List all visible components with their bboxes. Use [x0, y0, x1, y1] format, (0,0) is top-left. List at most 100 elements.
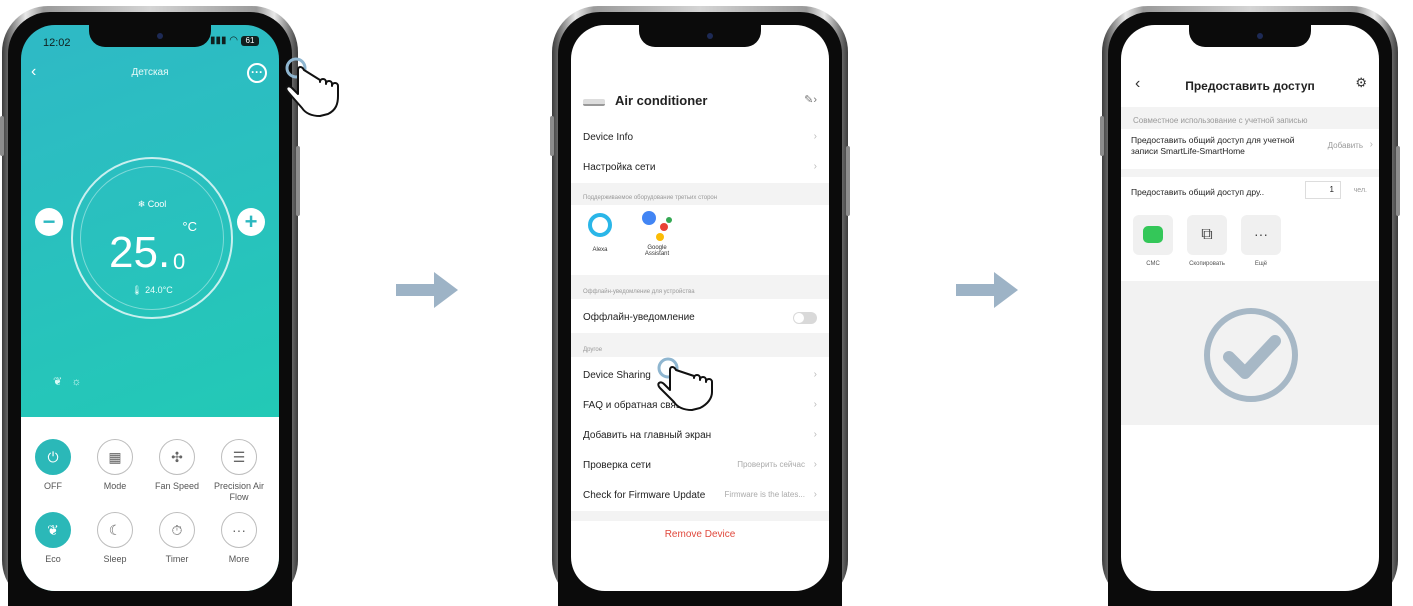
indoor-temperature: 🌡 24.0°C	[131, 285, 173, 295]
control-air-flow[interactable]: ☰ Precision Air Flow	[209, 439, 269, 503]
phone-1-screen: 12:02 ▮▮▮ ◠ 61 ‹ Детская ··· − + ❄ Cool °…	[21, 25, 279, 591]
assistant-label: Alexa	[592, 247, 608, 253]
fan-speed-icon: ✣	[159, 439, 195, 475]
row-label: Check for Firmware Update	[583, 490, 706, 501]
air-conditioner-icon	[583, 99, 605, 106]
chevron-right-icon: ›	[813, 131, 817, 142]
phone-3-share-access: ‹ Предоставить доступ ⚙ Совместное испол…	[1100, 6, 1400, 606]
add-link[interactable]: Добавить	[1328, 141, 1363, 150]
sleep-icon: ☾	[97, 512, 133, 548]
wifi-icon: ◠	[229, 35, 238, 46]
row-share-account[interactable]: Предоставить общий доступ для учетной за…	[1121, 133, 1379, 167]
signal-icon: ▮▮▮	[209, 35, 227, 46]
chevron-right-icon: ›	[813, 459, 817, 470]
control-sleep[interactable]: ☾ Sleep	[85, 512, 145, 565]
share-option-more[interactable]: ··· Ещё	[1239, 215, 1283, 267]
row-offline-notify[interactable]: Оффлайн-уведомление	[571, 303, 829, 333]
row-label: Device Sharing	[583, 370, 651, 381]
row-label: Проверка сети	[583, 460, 651, 471]
message-icon	[1133, 215, 1173, 255]
row-label: Device Info	[583, 132, 634, 143]
control-label: Eco	[45, 554, 61, 564]
timer-icon: ⏱	[159, 512, 195, 548]
section-other: Другое	[571, 333, 829, 357]
option-label: Ещё	[1254, 261, 1268, 267]
edit-pencil-icon[interactable]: ✎›	[804, 93, 817, 106]
row-firmware[interactable]: Check for Firmware Update Firmware is the…	[571, 481, 829, 511]
increase-temp-button[interactable]: +	[237, 208, 265, 236]
overlay-area	[1121, 281, 1379, 425]
control-label: Sleep	[103, 554, 127, 564]
section-spacer	[571, 511, 829, 521]
air-flow-icon: ☰	[221, 439, 257, 475]
control-more[interactable]: ··· More	[209, 512, 269, 565]
google-assistant-icon	[640, 209, 674, 243]
section-offline: Оффлайн-уведомление для устройства	[571, 275, 829, 299]
row-network-setup[interactable]: Настройка сети ›	[571, 153, 829, 183]
controls-panel: ⏻ OFF ▦ Mode ✣ Fan Speed ☰ Precision Air Flo…	[21, 417, 279, 591]
phone-2-screen: Air conditioner ✎› Device Info › Настройк…	[571, 25, 829, 591]
remove-device-button[interactable]: Remove Device	[571, 529, 829, 540]
share-option-sms[interactable]: СМС	[1131, 215, 1175, 267]
device-name: Air conditioner	[615, 93, 708, 108]
step-arrow-icon	[956, 272, 1018, 308]
control-off[interactable]: ⏻ OFF	[23, 439, 83, 492]
control-label: Timer	[165, 554, 189, 564]
count-input[interactable]: 1	[1305, 181, 1341, 199]
mode-label: ❄ Cool	[137, 199, 167, 209]
mode-icon: ▦	[97, 439, 133, 475]
option-label: Скопировать	[1189, 261, 1225, 267]
control-mode[interactable]: ▦ Mode	[85, 439, 145, 492]
pointer-hand-icon	[657, 357, 713, 411]
chevron-right-icon: ›	[1369, 139, 1373, 150]
room-title: Детская	[131, 67, 169, 78]
offline-toggle[interactable]	[793, 312, 817, 324]
phone-2-device-settings: Air conditioner ✎› Device Info › Настройк…	[550, 6, 850, 606]
target-temperature-decimal: 0	[173, 249, 186, 274]
copy-icon: ⧉	[1187, 215, 1227, 255]
section-third-party: Поддерживаемое оборудование третьих стор…	[571, 183, 829, 205]
control-label: OFF	[44, 481, 62, 491]
control-fan-speed[interactable]: ✣ Fan Speed	[147, 439, 207, 492]
control-label: Fan Speed	[154, 481, 200, 491]
section-divider	[1121, 169, 1379, 177]
share-option-copy[interactable]: ⧉ Скопировать	[1185, 215, 1229, 267]
chevron-right-icon: ›	[813, 369, 817, 380]
control-timer[interactable]: ⏱ Timer	[147, 512, 207, 565]
row-add-home[interactable]: Добавить на главный экран ›	[571, 421, 829, 451]
assistant-alexa[interactable]: Alexa	[583, 213, 617, 253]
row-value: Проверить сейчас	[737, 460, 805, 469]
control-label: Mode	[103, 481, 127, 491]
row-share-friends: Предоставить общий доступ дру.. 1 чел.	[1121, 181, 1379, 205]
control-eco[interactable]: ❦ Eco	[23, 512, 83, 565]
assistant-google[interactable]: Google Assistant	[637, 209, 677, 257]
chevron-right-icon: ›	[813, 161, 817, 172]
chevron-right-icon: ›	[813, 429, 817, 440]
status-mini-icons: ❦ ☼	[53, 375, 81, 388]
option-label: СМС	[1146, 261, 1160, 267]
control-label: More	[228, 554, 250, 564]
sun-icon: ☼	[71, 376, 82, 388]
row-label: Настройка сети	[583, 162, 656, 173]
row-label: Добавить на главный экран	[583, 430, 712, 441]
phone-1-device-control: 12:02 ▮▮▮ ◠ 61 ‹ Детская ··· − + ❄ Cool °…	[0, 6, 300, 606]
settings-gear-icon[interactable]: ⚙	[1355, 75, 1367, 91]
row-label: Оффлайн-уведомление	[583, 312, 695, 323]
status-bar-icons: ▮▮▮ ◠ 61	[210, 35, 259, 46]
device-header: Air conditioner ✎›	[583, 93, 817, 113]
row-device-info[interactable]: Device Info ›	[571, 123, 829, 153]
control-label: Precision Air Flow	[213, 481, 265, 502]
step-arrow-icon	[396, 272, 458, 308]
section-account-sharing: Совместное использование с учетной запис…	[1121, 107, 1379, 129]
leaf-icon: ❦	[53, 376, 63, 388]
decrease-temp-button[interactable]: −	[35, 208, 63, 236]
count-unit: чел.	[1353, 187, 1367, 194]
temperature-dial[interactable]: ❄ Cool °C 25. 0 🌡 24.0°C	[71, 157, 233, 319]
row-check-network[interactable]: Проверка сети Проверить сейчас ›	[571, 451, 829, 481]
row-label: Предоставить общий доступ для учетной за…	[1131, 135, 1295, 156]
target-temperature: 25.	[109, 228, 171, 277]
more-options-button[interactable]: ···	[247, 63, 267, 83]
temp-unit: °C	[182, 219, 197, 234]
alexa-icon	[588, 213, 612, 237]
row-label: Предоставить общий доступ дру..	[1131, 187, 1265, 197]
